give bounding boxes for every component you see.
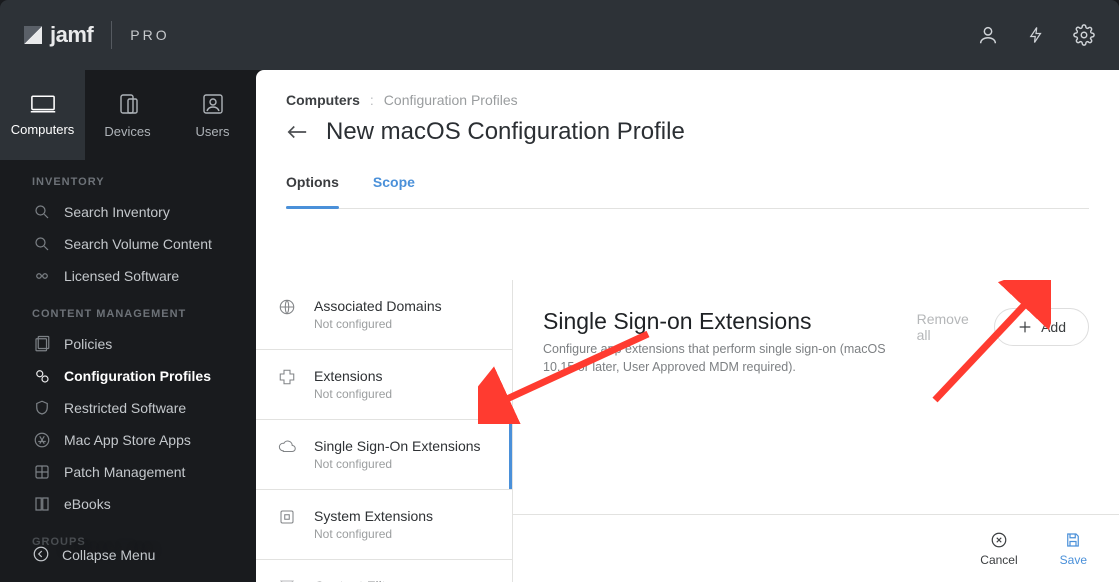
breadcrumb-sep: :	[370, 92, 374, 108]
sidebar-item-ebooks[interactable]: eBooks	[0, 488, 256, 520]
sidebar-item-appstore[interactable]: Mac App Store Apps	[0, 424, 256, 456]
payload-title: Extensions	[314, 368, 392, 384]
payload-associated-domains[interactable]: Associated Domains Not configured	[256, 280, 512, 350]
sidebar-section-content-mgmt: CONTENT MANAGEMENT	[0, 292, 256, 328]
tab-options[interactable]: Options	[286, 174, 339, 208]
sysext-icon	[278, 508, 296, 526]
collapse-icon	[32, 545, 50, 566]
breadcrumb: Computers : Configuration Profiles	[286, 92, 1089, 108]
payload-content-filter[interactable]: Content Filter Not configured	[256, 560, 512, 582]
detail-subtitle: Configure app extensions that perform si…	[543, 341, 895, 376]
main-panel: Computers : Configuration Profiles New m…	[256, 70, 1119, 582]
funnel-icon	[278, 578, 296, 582]
search-icon	[32, 203, 52, 221]
payload-status: Not configured	[314, 527, 433, 541]
gear-stack-icon	[32, 367, 52, 385]
user-icon[interactable]	[977, 24, 999, 46]
sidebar-item-label: eBooks	[64, 496, 111, 512]
cancel-button[interactable]: Cancel	[980, 531, 1017, 567]
shield-icon	[32, 399, 52, 417]
patch-icon	[32, 463, 52, 481]
add-button[interactable]: Add	[994, 308, 1089, 346]
main-header: Computers : Configuration Profiles New m…	[256, 70, 1119, 209]
profile-body: Associated Domains Not configured Extens…	[256, 280, 1119, 582]
save-label: Save	[1060, 553, 1087, 567]
nav-tab-label: Users	[196, 124, 230, 139]
book-icon	[32, 495, 52, 513]
payload-system-extensions[interactable]: System Extensions Not configured	[256, 490, 512, 560]
sidebar-item-licensed-software[interactable]: Licensed Software	[0, 260, 256, 292]
sidebar-item-search-volume[interactable]: Search Volume Content	[0, 228, 256, 260]
add-label: Add	[1041, 319, 1066, 335]
back-button[interactable]	[286, 124, 308, 140]
detail-footer: Cancel Save	[513, 514, 1119, 582]
collapse-menu[interactable]: Collapse Menu	[0, 528, 256, 582]
sidebar-item-label: Search Inventory	[64, 204, 170, 220]
nav-tab-computers[interactable]: Computers	[0, 70, 85, 160]
sidebar-item-label: Patch Management	[64, 464, 185, 480]
sidebar-item-label: Mac App Store Apps	[64, 432, 191, 448]
payload-title: Content Filter	[314, 578, 398, 582]
payload-list: Associated Domains Not configured Extens…	[256, 280, 513, 582]
brand-name: jamf	[50, 22, 93, 48]
payload-title: Associated Domains	[314, 298, 442, 314]
nav-tab-devices[interactable]: Devices	[85, 70, 170, 160]
sidebar-item-patch[interactable]: Patch Management	[0, 456, 256, 488]
top-bar: jamf PRO	[0, 0, 1119, 70]
sidebar: Computers Devices Users INVENTORY Search…	[0, 70, 256, 582]
nav-tabs: Computers Devices Users	[0, 70, 256, 160]
puzzle-icon	[278, 368, 296, 386]
save-button[interactable]: Save	[1060, 531, 1087, 567]
sidebar-item-configuration-profiles[interactable]: Configuration Profiles	[0, 360, 256, 392]
nav-tab-users[interactable]: Users	[170, 70, 255, 160]
payload-title: Single Sign-On Extensions	[314, 438, 481, 454]
cancel-label: Cancel	[980, 553, 1017, 567]
topbar-actions	[977, 24, 1095, 46]
search-icon	[32, 235, 52, 253]
payload-status: Not configured	[314, 317, 442, 331]
gear-icon[interactable]	[1073, 24, 1095, 46]
collapse-label: Collapse Menu	[62, 547, 155, 563]
tab-scope[interactable]: Scope	[373, 174, 415, 208]
sidebar-item-label: Policies	[64, 336, 112, 352]
brand-divider	[111, 21, 112, 49]
brand-logo: jamf PRO	[24, 21, 170, 49]
sidebar-item-label: Configuration Profiles	[64, 368, 211, 384]
sidebar-item-search-inventory[interactable]: Search Inventory	[0, 196, 256, 228]
sidebar-item-restricted-software[interactable]: Restricted Software	[0, 392, 256, 424]
sidebar-item-label: Search Volume Content	[64, 236, 212, 252]
brand-product: PRO	[130, 27, 169, 43]
globe-icon	[278, 298, 296, 316]
breadcrumb-root[interactable]: Computers	[286, 92, 360, 108]
nav-tab-label: Devices	[104, 124, 150, 139]
main-tabs: Options Scope	[286, 174, 1089, 209]
nav-tab-label: Computers	[11, 122, 75, 137]
breadcrumb-page[interactable]: Configuration Profiles	[384, 92, 518, 108]
sidebar-section-inventory: INVENTORY	[0, 160, 256, 196]
sidebar-item-policies[interactable]: Policies	[0, 328, 256, 360]
sidebar-item-label: Restricted Software	[64, 400, 186, 416]
policy-icon	[32, 335, 52, 353]
page-title: New macOS Configuration Profile	[326, 118, 685, 146]
payload-status: Not configured	[314, 457, 481, 471]
payload-status: Not configured	[314, 387, 392, 401]
sidebar-item-label: Licensed Software	[64, 268, 179, 284]
payload-title: System Extensions	[314, 508, 433, 524]
bolt-icon[interactable]	[1027, 24, 1045, 46]
detail-title: Single Sign-on Extensions	[543, 308, 895, 335]
license-icon	[32, 267, 52, 285]
cloud-icon	[278, 438, 296, 456]
brand-mark-icon	[24, 26, 42, 44]
plus-icon	[1017, 319, 1033, 335]
payload-extensions[interactable]: Extensions Not configured	[256, 350, 512, 420]
payload-sso-extensions[interactable]: Single Sign-On Extensions Not configured	[256, 420, 512, 490]
appstore-icon	[32, 431, 52, 449]
remove-all-button: Remove all	[909, 308, 980, 346]
